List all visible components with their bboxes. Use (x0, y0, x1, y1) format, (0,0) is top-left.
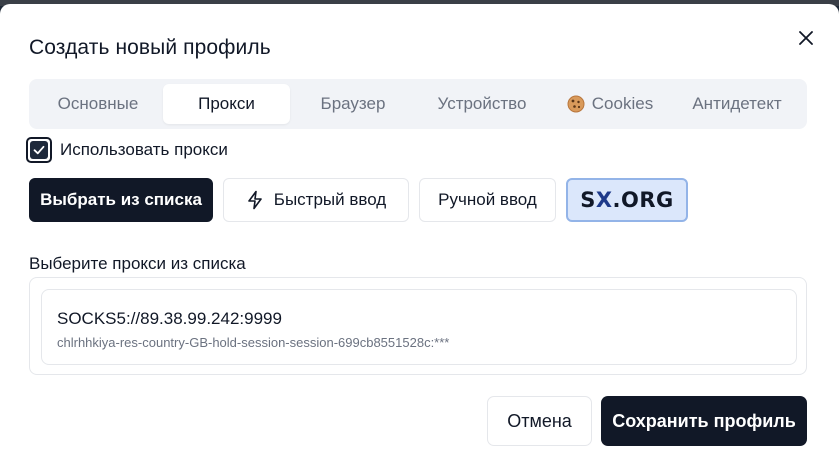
tab-antidetect[interactable]: Антидетект (672, 84, 802, 124)
cancel-button[interactable]: Отмена (487, 396, 592, 446)
tab-cookies[interactable]: Cookies (548, 84, 672, 124)
tab-browser[interactable]: Браузер (290, 84, 416, 124)
sx-logo-org: .ORG (612, 188, 674, 212)
proxy-list-label: Выберите прокси из списка (29, 254, 246, 273)
lightning-icon (247, 190, 262, 210)
tab-basic[interactable]: Основные (33, 84, 163, 124)
create-profile-dialog: Создать новый профиль Основные Прокси Бр… (0, 4, 839, 466)
tab-proxy-label: Прокси (198, 94, 255, 113)
tab-antidetect-label: Антидетект (692, 94, 782, 113)
close-button[interactable] (794, 26, 818, 50)
tab-cookies-label: Cookies (591, 94, 654, 113)
proxy-list-item[interactable]: SOCKS5://89.38.99.242:9999 chlrhhkiya-re… (41, 289, 797, 365)
dialog-title: Создать новый профиль (29, 36, 271, 59)
cookie-icon (567, 95, 585, 113)
check-icon (33, 145, 45, 155)
use-proxy-checkbox[interactable] (26, 137, 52, 163)
select-from-list-button[interactable]: Выбрать из списка (29, 178, 213, 222)
proxy-list: SOCKS5://89.38.99.242:9999 chlrhhkiya-re… (29, 277, 807, 375)
save-profile-label: Сохранить профиль (612, 410, 796, 431)
proxy-credentials: chlrhhkiya-res-country-GB-hold-session-s… (57, 335, 450, 350)
proxy-address: SOCKS5://89.38.99.242:9999 (57, 309, 282, 328)
select-from-list-label: Выбрать из списка (40, 190, 202, 209)
manual-input-label: Ручной ввод (438, 190, 537, 209)
sx-logo-x: X (595, 188, 613, 212)
tab-basic-label: Основные (57, 94, 139, 113)
sx-org-logo: SX.ORG (580, 188, 674, 212)
use-proxy-label: Использовать прокси (60, 140, 228, 159)
tab-proxy[interactable]: Прокси (163, 84, 290, 124)
sx-logo-s: S (580, 188, 596, 212)
close-icon (799, 31, 813, 45)
tab-device-label: Устройство (437, 94, 527, 113)
checkbox-fill (30, 141, 48, 159)
quick-input-button[interactable]: Быстрый ввод (223, 178, 409, 222)
tab-device[interactable]: Устройство (416, 84, 548, 124)
sx-org-button[interactable]: SX.ORG (566, 178, 688, 222)
manual-input-button[interactable]: Ручной ввод (419, 178, 556, 222)
save-profile-button[interactable]: Сохранить профиль (601, 396, 807, 446)
cancel-label: Отмена (507, 410, 572, 431)
quick-input-label: Быстрый ввод (273, 190, 387, 209)
tab-browser-label: Браузер (320, 94, 386, 113)
use-proxy-toggle[interactable]: Использовать прокси (26, 136, 228, 164)
tab-bar: Основные Прокси Браузер Устройство Cooki… (29, 79, 807, 129)
